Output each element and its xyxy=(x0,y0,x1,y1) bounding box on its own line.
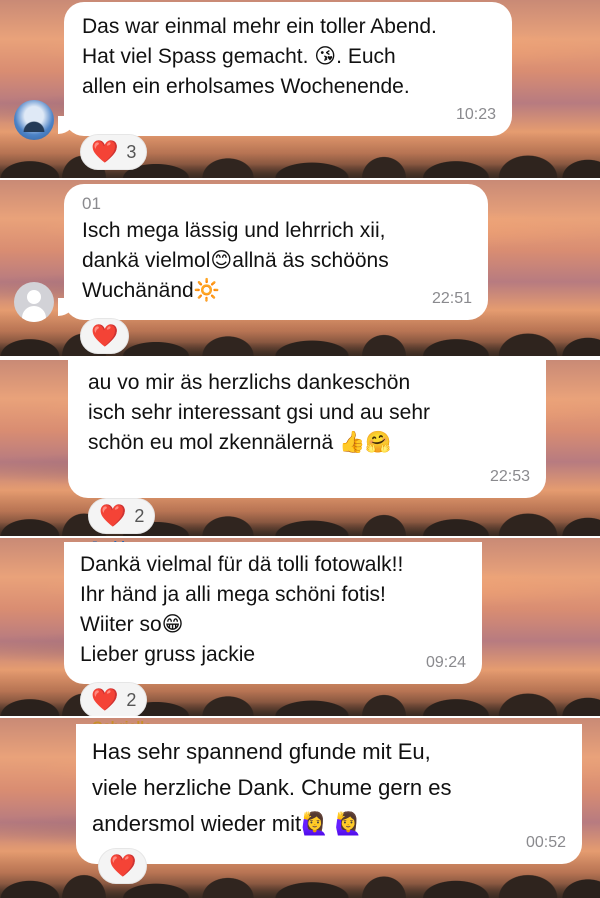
heart-icon: ❤️ xyxy=(91,323,119,348)
heart-icon: ❤️ xyxy=(99,503,127,528)
chat-screenshot-1: Das war einmal mehr ein toller Abend. Ha… xyxy=(0,0,600,178)
chat-screenshot-4: Jackie Dankä vielmal für dä tolli fotowa… xyxy=(0,538,600,716)
message-text: Isch mega lässig und lehrrich xii, dankä… xyxy=(82,219,389,302)
reaction-count: 3 xyxy=(126,141,137,162)
message-text: Das war einmal mehr ein toller Abend. Ha… xyxy=(82,15,437,98)
message-time: 00:52 xyxy=(525,834,566,851)
avatar-placeholder-icon[interactable] xyxy=(14,282,54,322)
heart-icon: ❤️ xyxy=(109,853,137,878)
reaction-count: 2 xyxy=(126,689,137,710)
reaction-badge[interactable]: ❤️ 2 xyxy=(80,682,148,716)
message-bubble[interactable]: Has sehr spannend gfunde mit Eu, viele h… xyxy=(76,724,582,864)
message-time: 10:23 xyxy=(455,106,496,123)
reaction-badge[interactable]: ❤️ 3 xyxy=(80,134,148,170)
chat-screenshot-5: Gabriella Has sehr spannend gfunde mit E… xyxy=(0,718,600,898)
reaction-count: 2 xyxy=(134,505,145,526)
message-bubble[interactable]: 01 Isch mega lässig und lehrrich xii, da… xyxy=(64,184,488,320)
reaction-badge[interactable]: ❤️ xyxy=(80,318,130,354)
message-time: 22:51 xyxy=(431,290,472,307)
chat-screenshot-3: au vo mir äs herzlichs dankeschön isch s… xyxy=(0,360,600,536)
message-text: au vo mir äs herzlichs dankeschön isch s… xyxy=(88,371,431,454)
message-time: 09:24 xyxy=(425,654,466,671)
message-text: Dankä vielmal für dä tolli fotowalk!! Ih… xyxy=(80,553,404,666)
heart-icon: ❤️ xyxy=(91,687,119,712)
message-time: 22:53 xyxy=(489,468,530,485)
message-bubble[interactable]: Dankä vielmal für dä tolli fotowalk!! Ih… xyxy=(64,542,482,684)
sender-name: 01 xyxy=(82,194,101,213)
heart-icon: ❤️ xyxy=(91,139,119,164)
message-bubble[interactable]: Das war einmal mehr ein toller Abend. Ha… xyxy=(64,2,512,136)
message-bubble[interactable]: au vo mir äs herzlichs dankeschön isch s… xyxy=(68,360,546,498)
reaction-badge[interactable]: ❤️ xyxy=(98,848,148,884)
message-text: Has sehr spannend gfunde mit Eu, viele h… xyxy=(92,739,452,836)
reaction-badge[interactable]: ❤️ 2 xyxy=(88,498,156,534)
avatar[interactable] xyxy=(14,100,54,140)
chat-screenshot-2: 01 Isch mega lässig und lehrrich xii, da… xyxy=(0,180,600,356)
